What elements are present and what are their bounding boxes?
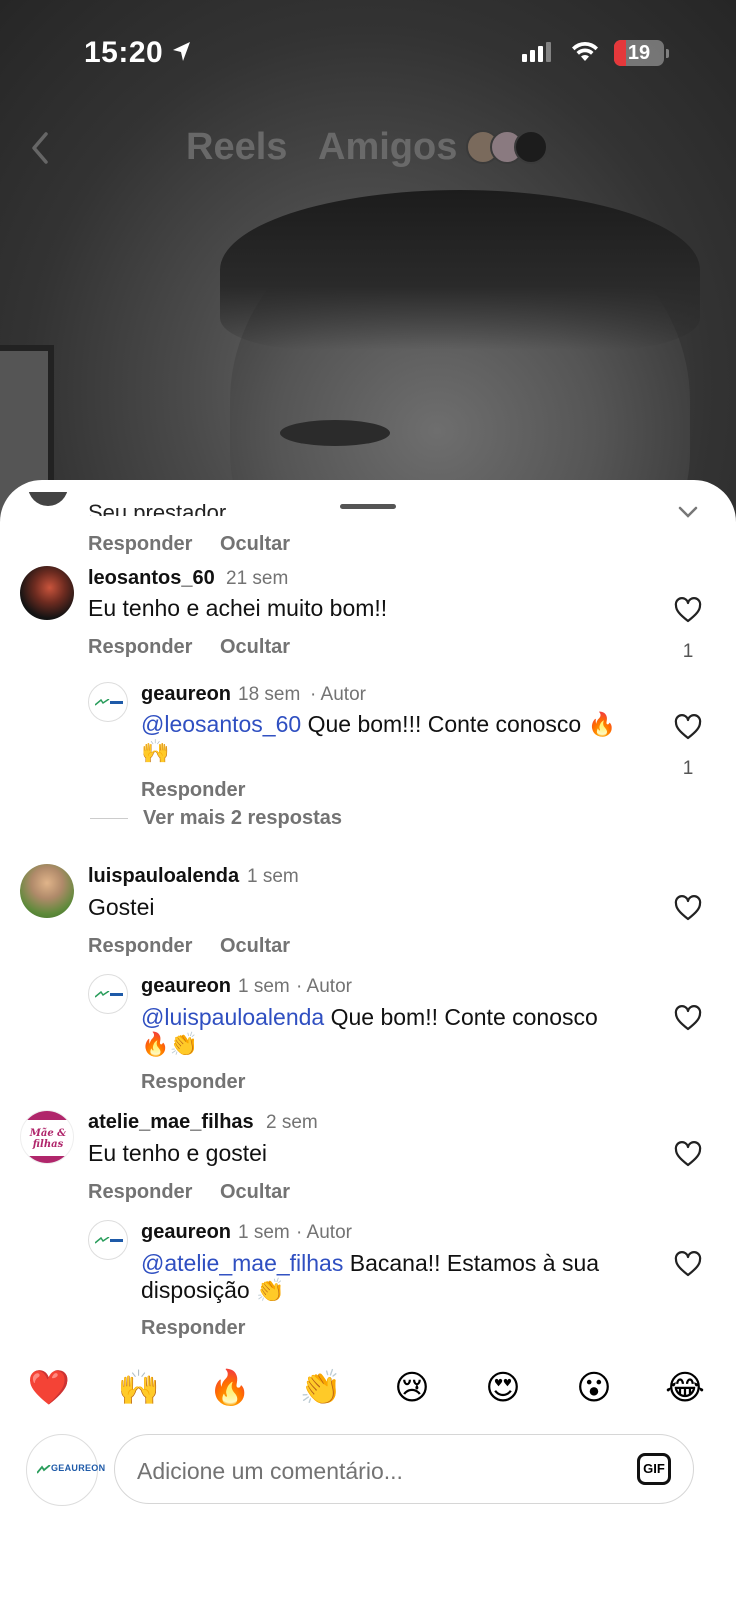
- mention-link[interactable]: @leosantos_60: [141, 711, 301, 737]
- comment-username[interactable]: atelie_mae_filhas: [88, 1111, 254, 1134]
- comment-time: 21 sem: [226, 568, 289, 589]
- comment-text: Gostei: [88, 894, 155, 920]
- reaction-fire[interactable]: 🔥: [205, 1368, 255, 1408]
- reply-text-line2: 🔥👏: [141, 1031, 199, 1057]
- comment-time: 1 sem: [247, 866, 299, 887]
- reply-text: @leosantos_60 Que bom!!! Conte conosco 🔥: [141, 711, 617, 737]
- reply-username[interactable]: geaureon: [141, 683, 231, 706]
- reply-button[interactable]: Responder: [88, 1181, 192, 1204]
- comment-input[interactable]: [135, 1453, 619, 1489]
- avatar[interactable]: [88, 974, 128, 1014]
- comments-sheet[interactable]: Seu prestador Responder Ocultar leosanto…: [0, 480, 736, 1600]
- heart-outline-icon[interactable]: [674, 1005, 702, 1031]
- heart-outline-icon[interactable]: [674, 895, 702, 921]
- view-more-replies-button[interactable]: Ver mais 2 respostas: [143, 807, 342, 830]
- hide-button[interactable]: Ocultar: [220, 935, 290, 958]
- geaureon-logo: [37, 1465, 51, 1474]
- status-bar: 15:20 19: [0, 0, 736, 100]
- comment-text: Eu tenho e gostei: [88, 1140, 268, 1166]
- reaction-clap[interactable]: 👏: [296, 1368, 346, 1408]
- reply-username[interactable]: geaureon: [141, 975, 231, 998]
- avatar[interactable]: [88, 1220, 128, 1260]
- comment-text: Eu tenho e achei muito bom!!: [88, 595, 388, 621]
- reaction-laughing[interactable]: 😂: [660, 1368, 710, 1408]
- like-count: 1: [682, 758, 694, 779]
- avatar[interactable]: [88, 682, 128, 722]
- tab-reels[interactable]: Reels: [186, 126, 287, 169]
- geaureon-logo: [95, 1237, 123, 1244]
- avatar-logo-text: GEAUREON: [51, 1463, 106, 1473]
- geaureon-logo: [95, 699, 123, 706]
- reply-text-line2: 🙌: [141, 738, 170, 764]
- reaction-heart[interactable]: ❤️: [24, 1368, 74, 1408]
- avatar[interactable]: GEAUREON: [26, 1434, 105, 1506]
- reply-button[interactable]: Responder: [141, 1317, 245, 1340]
- tab-amigos[interactable]: Amigos: [318, 126, 457, 169]
- reaction-heart-eyes[interactable]: 😍: [478, 1368, 528, 1408]
- author-tag: · Autor: [296, 1222, 352, 1243]
- location-arrow-icon: [173, 42, 190, 61]
- comment-input-container[interactable]: GIF: [114, 1434, 694, 1504]
- quick-reactions-bar: ❤️ 🙌 🔥 👏 😢 😍 😮 😂: [0, 1360, 736, 1420]
- hide-button[interactable]: Ocultar: [220, 533, 290, 556]
- avatar[interactable]: [20, 566, 74, 620]
- geaureon-logo: [95, 991, 123, 998]
- reply-button[interactable]: Responder: [141, 1071, 245, 1094]
- thread-line: [90, 818, 128, 819]
- reply-button[interactable]: Responder: [88, 533, 192, 556]
- heart-outline-icon[interactable]: [674, 1251, 702, 1277]
- hide-button[interactable]: Ocultar: [220, 1181, 290, 1204]
- cellular-signal-icon: [522, 42, 551, 62]
- reply-button[interactable]: Responder: [88, 935, 192, 958]
- battery-indicator: 19: [614, 40, 664, 66]
- video-hair: [220, 190, 700, 350]
- avatar-logo-text: Mãe & filhas: [29, 1128, 67, 1150]
- reply-text: @atelie_mae_filhas Bacana!! Estamos à su…: [141, 1250, 600, 1276]
- avatar[interactable]: [20, 864, 74, 918]
- avatar[interactable]: Mãe & filhas: [20, 1110, 74, 1164]
- mention-link[interactable]: @atelie_mae_filhas: [141, 1250, 343, 1276]
- comment-time: 2 sem: [266, 1112, 318, 1133]
- wifi-icon: [572, 41, 598, 61]
- heart-outline-icon[interactable]: [674, 1141, 702, 1167]
- status-time: 15:20: [84, 36, 164, 69]
- reply-time: 1 sem: [238, 976, 290, 997]
- mention-link[interactable]: @luispauloalenda: [141, 1004, 324, 1030]
- reply-time: 18 sem: [238, 684, 301, 705]
- battery-level: 19: [627, 42, 651, 64]
- reply-button[interactable]: Responder: [141, 779, 245, 802]
- video-eye: [280, 420, 390, 446]
- reply-text: @luispauloalenda Que bom!! Conte conosco: [141, 1004, 598, 1030]
- gif-icon[interactable]: GIF: [637, 1453, 671, 1485]
- reaction-crying[interactable]: 😢: [387, 1368, 437, 1408]
- author-tag: · Autor: [296, 976, 352, 997]
- chevron-left-icon[interactable]: [28, 128, 52, 168]
- reply-username[interactable]: geaureon: [141, 1221, 231, 1244]
- friend-avatars[interactable]: [466, 130, 556, 164]
- comment-text: Seu prestador: [88, 502, 227, 516]
- reply-button[interactable]: Responder: [88, 636, 192, 659]
- heart-outline-icon[interactable]: [674, 597, 702, 623]
- reaction-raised-hands[interactable]: 🙌: [114, 1368, 164, 1408]
- sheet-drag-handle[interactable]: [340, 504, 396, 509]
- chevron-down-icon[interactable]: [678, 506, 698, 520]
- reaction-surprised[interactable]: 😮: [569, 1368, 619, 1408]
- reply-text-line2: disposição 👏: [141, 1277, 285, 1303]
- author-tag: · Autor: [310, 684, 366, 705]
- reels-top-nav: Reels Amigos: [0, 120, 736, 180]
- comment-composer: GEAUREON GIF: [0, 1430, 736, 1520]
- avatar[interactable]: [28, 492, 68, 506]
- comment-username[interactable]: leosantos_60: [88, 567, 215, 590]
- heart-outline-icon[interactable]: [674, 714, 702, 740]
- hide-button[interactable]: Ocultar: [220, 636, 290, 659]
- like-count: 1: [682, 641, 694, 662]
- battery-cap: [666, 49, 669, 58]
- reply-time: 1 sem: [238, 1222, 290, 1243]
- friend-avatar: [514, 130, 548, 164]
- comment-username[interactable]: luispauloalenda: [88, 865, 239, 888]
